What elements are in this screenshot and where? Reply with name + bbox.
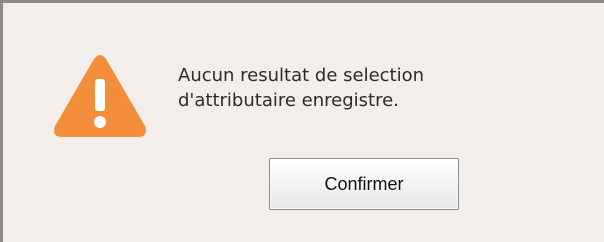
dialog-message: Aucun resultat de selection d'attributai… — [178, 63, 558, 113]
warning-icon — [53, 53, 147, 139]
message-line-2: d'attributaire enregistre. — [178, 90, 399, 111]
confirm-button[interactable]: Confirmer — [269, 158, 459, 210]
dialog-frame: Aucun resultat de selection d'attributai… — [0, 0, 604, 242]
message-line-1: Aucun resultat de selection — [178, 65, 425, 86]
